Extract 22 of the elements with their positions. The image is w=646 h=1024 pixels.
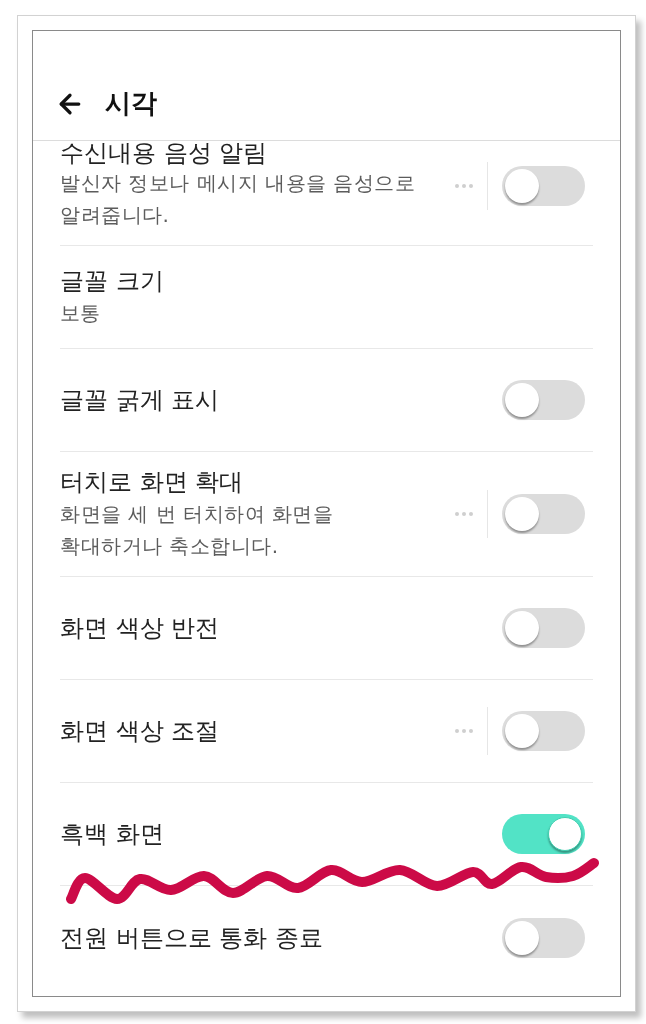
toggle-switch[interactable] [502,494,585,534]
toggle-switch[interactable] [502,711,585,751]
page-title: 시각 [105,87,157,119]
toggle-switch[interactable] [502,166,585,206]
setting-title: 전원 버튼으로 통화 종료 [60,922,323,954]
setting-title: 흑백 화면 [60,819,164,850]
toggle-switch[interactable] [502,608,585,648]
setting-title: 화면 색상 조절 [60,716,220,747]
setting-title: 수신내용 음성 알림 [60,141,269,165]
toggle-switch[interactable] [502,814,585,854]
setting-title: 글꼴 굵게 표시 [60,385,220,416]
setting-description: 화면을 세 번 터치하여 화면을 확대하거나 축소합니다. [60,501,334,560]
more-dots-icon[interactable] [455,729,473,733]
setting-value: 보통 [60,300,101,327]
setting-description: 발신자 정보나 메시지 내용을 음성으로 알려줍니다. [60,170,416,229]
setting-title: 글꼴 크기 [60,266,164,297]
toggle-switch[interactable] [502,380,585,420]
toggle-switch[interactable] [502,917,585,958]
setting-title: 화면 색상 반전 [60,613,220,644]
more-dots-icon[interactable] [455,184,473,188]
more-dots-icon[interactable] [455,512,473,516]
setting-title: 터치로 화면 확대 [60,467,245,498]
